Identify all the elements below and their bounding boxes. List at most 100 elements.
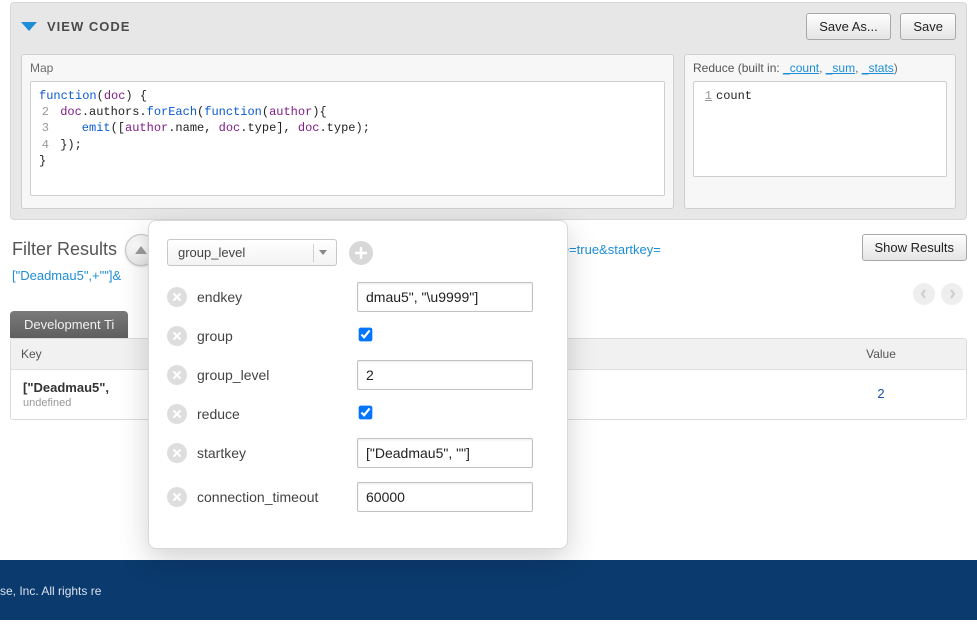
code-token: .type],: [240, 121, 298, 135]
filter-title: Filter Results: [12, 239, 117, 260]
code-token: forEach: [147, 105, 197, 119]
code-token: ){: [312, 105, 326, 119]
param-row: group_level: [167, 360, 549, 390]
param-value: [357, 282, 549, 312]
gutter: 1: [702, 88, 712, 104]
code-token: .name,: [168, 121, 218, 135]
reduce-label: Reduce (built in: _count, _sum, _stats): [693, 61, 947, 75]
gutter: 2: [39, 104, 49, 120]
save-button[interactable]: Save: [900, 13, 956, 40]
param-checkbox[interactable]: [359, 406, 373, 420]
gutter: 4: [39, 137, 49, 153]
chevron-up-icon: [135, 246, 147, 254]
code-token: (: [97, 89, 104, 103]
param-selector-value: group_level: [167, 239, 337, 266]
footer-text: se, Inc. All rights re: [0, 584, 101, 598]
code-token: function: [39, 89, 97, 103]
param-name: endkey: [197, 289, 347, 305]
filter-right: Show Results: [862, 234, 967, 305]
cell-value: 2: [796, 370, 966, 419]
param-value: [357, 360, 549, 390]
param-input[interactable]: [357, 482, 533, 512]
param-input[interactable]: [357, 360, 533, 390]
code-token: }: [39, 154, 46, 168]
code-token: count: [716, 89, 752, 103]
param-name: startkey: [197, 445, 347, 461]
col-value-header: Value: [796, 339, 966, 369]
param-value: [357, 328, 549, 344]
view-code-panel: VIEW CODE Save As... Save Map function(d…: [10, 2, 967, 220]
param-value: [357, 482, 549, 512]
param-row: group: [167, 326, 549, 346]
close-icon: [172, 370, 182, 380]
close-icon: [172, 409, 182, 419]
code-token: doc: [53, 105, 82, 119]
code-token: (: [262, 105, 269, 119]
remove-param-button[interactable]: [167, 487, 187, 507]
reduce-stats-link[interactable]: _stats: [862, 61, 894, 75]
code-token: .authors.: [82, 105, 147, 119]
param-value: [357, 438, 549, 468]
remove-param-button[interactable]: [167, 443, 187, 463]
reduce-editor[interactable]: 1 count: [693, 81, 947, 177]
code-token: .type);: [319, 121, 369, 135]
code-token: });: [53, 138, 82, 152]
code-token: ) {: [125, 89, 147, 103]
show-results-button[interactable]: Show Results: [862, 234, 967, 261]
param-checkbox[interactable]: [359, 328, 373, 342]
map-code-box: Map function(doc) { 2 doc.authors.forEac…: [21, 54, 674, 209]
view-code-header: VIEW CODE Save As... Save: [21, 11, 956, 46]
collapse-icon[interactable]: [21, 22, 37, 31]
code-token: author: [125, 121, 168, 135]
footer: se, Inc. All rights re: [0, 560, 977, 620]
map-label: Map: [30, 61, 665, 75]
view-code-header-right: Save As... Save: [806, 13, 956, 40]
map-editor[interactable]: function(doc) { 2 doc.authors.forEach(fu…: [30, 81, 665, 196]
reduce-sum-link[interactable]: _sum: [826, 61, 855, 75]
param-name: reduce: [197, 406, 347, 422]
close-icon: [172, 331, 182, 341]
code-token: doc: [104, 89, 126, 103]
pager: [913, 283, 963, 305]
code-token: author: [269, 105, 312, 119]
popover-selector-row: group_level: [167, 239, 549, 266]
add-param-button[interactable]: [349, 241, 373, 265]
param-row: startkey: [167, 438, 549, 468]
chevron-right-icon: [947, 289, 957, 299]
remove-param-button[interactable]: [167, 404, 187, 424]
gutter: 3: [39, 120, 49, 136]
close-icon: [172, 292, 182, 302]
save-as-button[interactable]: Save As...: [806, 13, 891, 40]
code-token: doc: [298, 121, 320, 135]
code-token: doc: [219, 121, 241, 135]
reduce-label-suffix: ): [894, 61, 898, 75]
param-selector[interactable]: group_level: [167, 239, 337, 266]
remove-param-button[interactable]: [167, 365, 187, 385]
param-name: group: [197, 328, 347, 344]
chevron-left-icon: [919, 289, 929, 299]
reduce-count-link[interactable]: _count: [783, 61, 819, 75]
close-icon: [172, 448, 182, 458]
code-row: Map function(doc) { 2 doc.authors.forEac…: [21, 54, 956, 209]
close-icon: [172, 492, 182, 502]
param-value: [357, 406, 549, 422]
param-input[interactable]: [357, 282, 533, 312]
remove-param-button[interactable]: [167, 287, 187, 307]
remove-param-button[interactable]: [167, 326, 187, 346]
code-token: ([: [111, 121, 125, 135]
param-row: reduce: [167, 404, 549, 424]
dropdown-arrow-icon: [313, 244, 331, 262]
param-row: connection_timeout: [167, 482, 549, 512]
param-input[interactable]: [357, 438, 533, 468]
param-row: endkey: [167, 282, 549, 312]
pager-next-button[interactable]: [941, 283, 963, 305]
tab-development[interactable]: Development Ti: [10, 311, 128, 338]
view-code-header-left: VIEW CODE: [21, 19, 130, 34]
plus-icon: [355, 247, 367, 259]
reduce-label-prefix: Reduce (built in:: [693, 61, 783, 75]
pager-prev-button[interactable]: [913, 283, 935, 305]
code-token: emit: [53, 121, 111, 135]
code-token: function: [204, 105, 262, 119]
view-code-title: VIEW CODE: [47, 19, 130, 34]
param-name: connection_timeout: [197, 489, 347, 505]
